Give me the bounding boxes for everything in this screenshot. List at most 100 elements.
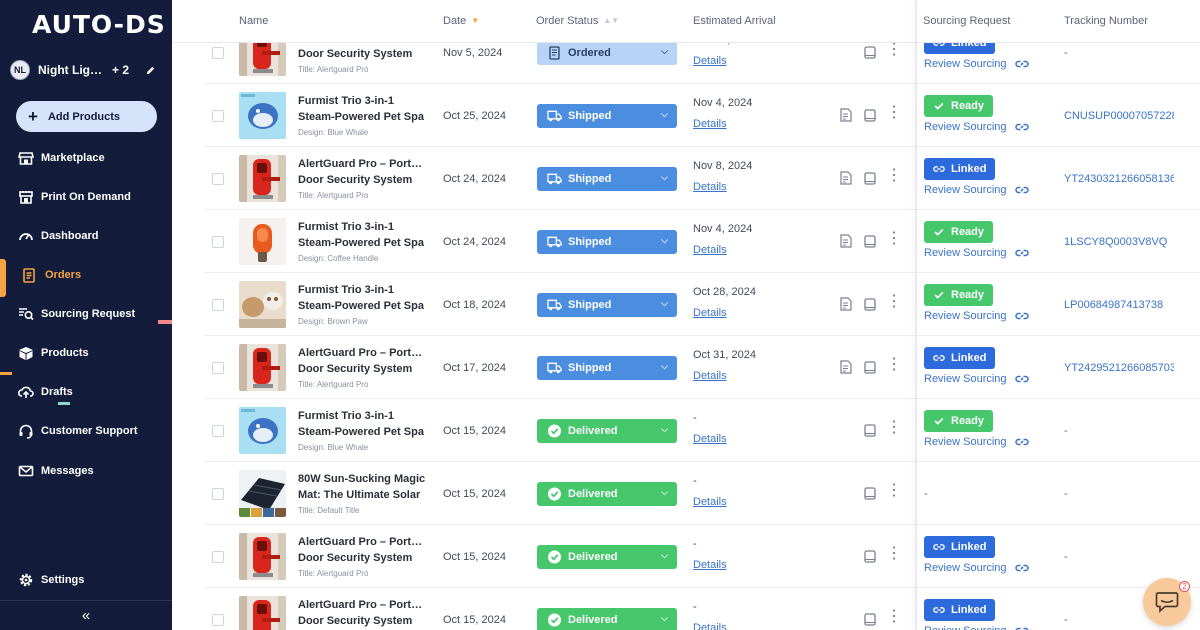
order-status-select[interactable]: Ordered ⌵ [537,41,677,65]
more-options-icon[interactable]: ⋮ [886,42,902,61]
details-link[interactable]: Details [693,433,727,445]
row-checkbox[interactable] [212,362,224,374]
review-sourcing-link[interactable]: Review Sourcing [924,625,1029,630]
more-options-icon[interactable]: ⋮ [886,357,902,376]
product-thumbnail[interactable] [239,344,286,391]
add-products-button[interactable]: + Add Products [16,101,157,132]
invoice-icon[interactable] [840,360,852,374]
tracking-number-link[interactable]: CNUSUP0000705722853 [1064,110,1174,122]
pencil-icon[interactable] [145,65,156,76]
notes-icon[interactable] [864,109,876,122]
sidebar-item-print-on-demand[interactable]: Print On Demand [0,181,172,213]
more-options-icon[interactable]: ⋮ [886,483,902,502]
order-status-select[interactable]: Shipped ⌵ [537,293,677,317]
tracking-number-link[interactable]: YT2429521266085703 [1064,362,1174,374]
notes-icon[interactable] [864,298,876,311]
column-header-tracking-number[interactable]: Tracking Number [1064,15,1148,27]
notes-icon[interactable] [864,361,876,374]
invoice-icon[interactable] [840,297,852,311]
more-options-icon[interactable]: ⋮ [886,420,902,439]
column-header-sourcing-request[interactable]: Sourcing Request [923,15,1010,27]
table-row[interactable]: AlertGuard Pro – Portable Door Security S… [204,336,1200,399]
product-name[interactable]: 80W Sun-Sucking Magic Mat: The Ultimate S… [298,471,428,503]
product-thumbnail[interactable] [239,533,286,580]
product-name[interactable]: Furmist Trio 3-in-1 Steam-Powered Pet Spa [298,93,428,125]
tracking-number-link[interactable]: LP00684987413738 [1064,299,1174,311]
product-thumbnail[interactable] [239,92,286,139]
row-checkbox[interactable] [212,425,224,437]
invoice-icon[interactable] [840,234,852,248]
details-link[interactable]: Details [693,307,727,319]
order-status-select[interactable]: Delivered ⌵ [537,608,677,630]
notes-icon[interactable] [864,235,876,248]
row-checkbox[interactable] [212,488,224,500]
review-sourcing-link[interactable]: Review Sourcing [924,373,1029,385]
table-row[interactable]: 80W Sun-Sucking Magic Mat: The Ultimate S… [204,462,1200,525]
review-sourcing-link[interactable]: Review Sourcing [924,184,1029,196]
sidebar-item-products[interactable]: Products [0,337,172,369]
product-name[interactable]: Furmist Trio 3-in-1 Steam-Powered Pet Spa [298,282,428,314]
order-status-select[interactable]: Shipped ⌵ [537,167,677,191]
order-status-select[interactable]: Delivered ⌵ [537,545,677,569]
column-header-order-status[interactable]: Order Status ▲▼ [536,15,619,27]
sidebar-item-orders[interactable]: Orders [0,259,172,297]
product-name[interactable]: AlertGuard Pro – Portable Door Security S… [298,534,428,566]
details-link[interactable]: Details [693,244,727,256]
more-options-icon[interactable]: ⋮ [886,105,902,124]
table-row[interactable]: Furmist Trio 3-in-1 Steam-Powered Pet Spa… [204,399,1200,462]
review-sourcing-link[interactable]: Review Sourcing [924,436,1029,448]
row-checkbox[interactable] [212,173,224,185]
product-thumbnail[interactable] [239,596,286,630]
product-name[interactable]: AlertGuard Pro – Portable Door Security S… [298,345,428,377]
table-row[interactable]: Furmist Trio 3-in-1 Steam-Powered Pet Spa… [204,210,1200,273]
notes-icon[interactable] [864,172,876,185]
order-status-select[interactable]: Shipped ⌵ [537,230,677,254]
review-sourcing-link[interactable]: Review Sourcing [924,58,1029,70]
table-row[interactable]: Furmist Trio 3-in-1 Steam-Powered Pet Spa… [204,273,1200,336]
product-name[interactable]: Furmist Trio 3-in-1 Steam-Powered Pet Spa [298,219,428,251]
notes-icon[interactable] [864,424,876,437]
product-thumbnail[interactable] [239,407,286,454]
product-thumbnail[interactable] [239,155,286,202]
notes-icon[interactable] [864,46,876,59]
details-link[interactable]: Details [693,118,727,130]
more-options-icon[interactable]: ⋮ [886,168,902,187]
more-options-icon[interactable]: ⋮ [886,294,902,313]
column-header-name[interactable]: Name [239,15,268,27]
order-status-select[interactable]: Delivered ⌵ [537,419,677,443]
tracking-number-link[interactable]: 1LSCY8Q0003V8VQ [1064,236,1174,248]
review-sourcing-link[interactable]: Review Sourcing [924,562,1029,574]
order-status-select[interactable]: Shipped ⌵ [537,104,677,128]
column-header-date[interactable]: Date ▼ [443,15,479,27]
review-sourcing-link[interactable]: Review Sourcing [924,247,1029,259]
product-thumbnail[interactable] [239,281,286,328]
row-checkbox[interactable] [212,551,224,563]
app-logo[interactable]: AUTO-DS [32,10,166,39]
notes-icon[interactable] [864,487,876,500]
product-name[interactable]: AlertGuard Pro – Portable Door Security S… [298,156,428,188]
details-link[interactable]: Details [693,559,727,571]
notes-icon[interactable] [864,550,876,563]
row-checkbox[interactable] [212,614,224,626]
more-options-icon[interactable]: ⋮ [886,546,902,565]
product-thumbnail[interactable] [239,218,286,265]
sidebar-item-marketplace[interactable]: Marketplace [0,142,172,174]
review-sourcing-link[interactable]: Review Sourcing [924,121,1029,133]
details-link[interactable]: Details [693,370,727,382]
table-row[interactable]: Furmist Trio 3-in-1 Steam-Powered Pet Spa… [204,84,1200,147]
sidebar-item-drafts[interactable]: Drafts [0,376,172,408]
details-link[interactable]: Details [693,622,727,630]
product-name[interactable]: Furmist Trio 3-in-1 Steam-Powered Pet Spa [298,408,428,440]
row-checkbox[interactable] [212,110,224,122]
more-options-icon[interactable]: ⋮ [886,231,902,250]
order-status-select[interactable]: Shipped ⌵ [537,356,677,380]
sidebar-item-customer-support[interactable]: Customer Support [0,415,172,447]
details-link[interactable]: Details [693,55,727,67]
more-options-icon[interactable]: ⋮ [886,609,902,628]
sidebar-item-sourcing-request[interactable]: Sourcing Request [0,298,172,330]
sidebar-item-messages[interactable]: Messages [0,455,172,487]
review-sourcing-link[interactable]: Review Sourcing [924,310,1029,322]
sidebar-item-settings[interactable]: Settings [0,564,172,596]
row-checkbox[interactable] [212,299,224,311]
table-row[interactable]: AlertGuard Pro – Portable Door Security S… [204,525,1200,588]
